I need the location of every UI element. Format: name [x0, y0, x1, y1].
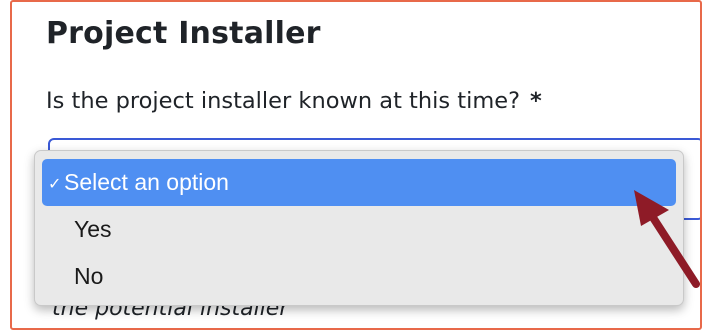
- required-marker: *: [530, 88, 542, 114]
- option-label: Yes: [74, 216, 112, 242]
- select-options-dropdown: ✓ Select an option Yes No: [34, 150, 684, 306]
- section-title: Project Installer: [46, 16, 321, 51]
- option-yes[interactable]: Yes: [42, 206, 676, 253]
- question-label: Is the project installer known at this t…: [46, 88, 542, 114]
- checkmark-icon: ✓: [48, 176, 62, 193]
- option-label: No: [74, 263, 104, 289]
- question-text: Is the project installer known at this t…: [46, 88, 521, 114]
- option-no[interactable]: No: [42, 253, 676, 300]
- option-label: Select an option: [64, 169, 229, 195]
- option-select-an-option[interactable]: ✓ Select an option: [42, 159, 676, 206]
